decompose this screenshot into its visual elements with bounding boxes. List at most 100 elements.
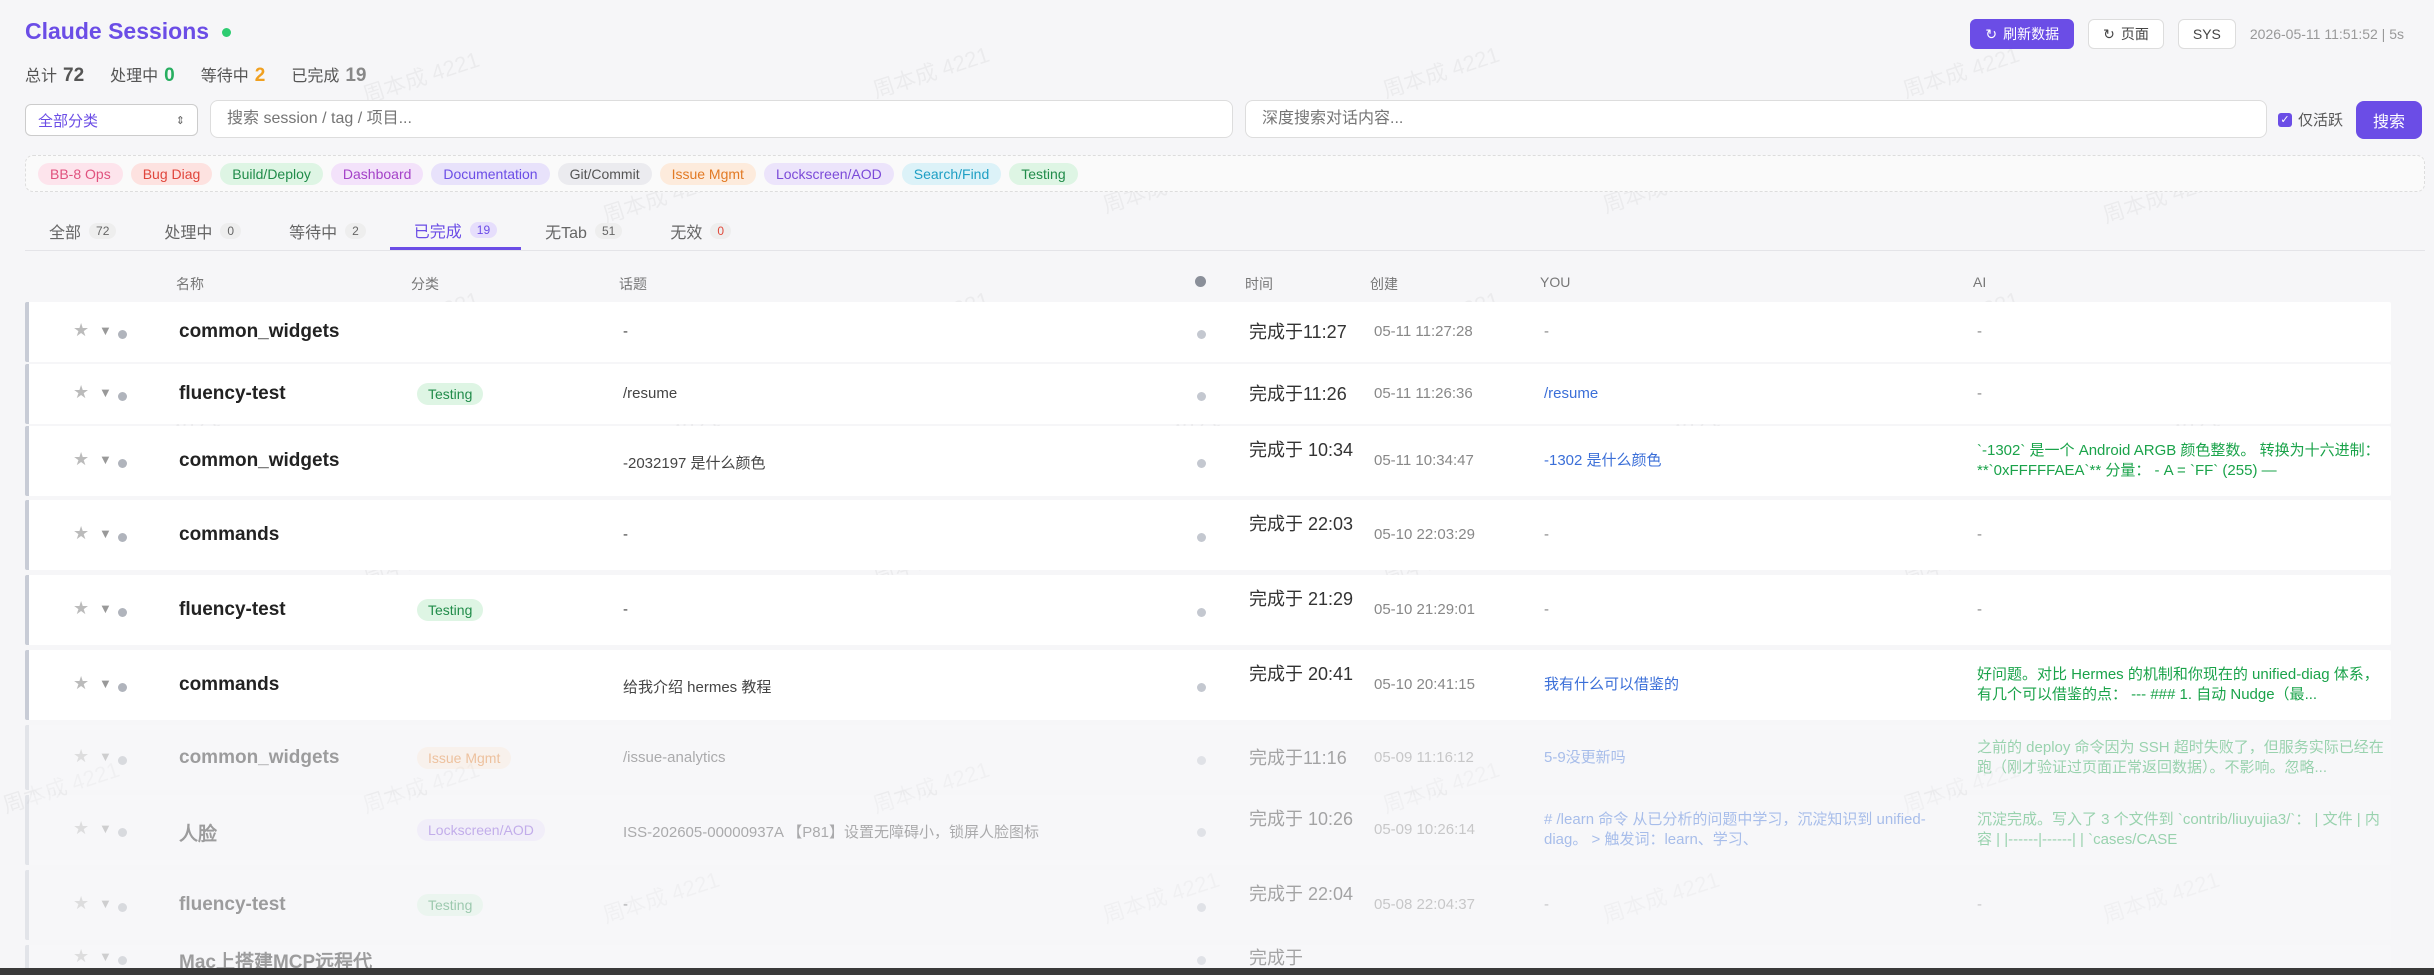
ai-message: - bbox=[1977, 896, 1982, 913]
stat-processing: 处理中 0 bbox=[110, 65, 175, 86]
collapse-arrow-icon[interactable]: ▼ bbox=[99, 323, 112, 338]
session-search-input[interactable] bbox=[210, 100, 1233, 138]
completion-time: 完成于 22:03 bbox=[1249, 514, 1354, 534]
ai-message: `-1302` 是一个 Android ARGB 颜色整数。 转换为十六进制：*… bbox=[1977, 442, 2380, 479]
tab-count-badge: 0 bbox=[710, 223, 732, 239]
page-button[interactable]: ↻ 页面 bbox=[2088, 19, 2164, 49]
session-name[interactable]: fluency-test bbox=[179, 894, 286, 916]
star-icon[interactable]: ★ bbox=[73, 598, 89, 619]
tabs-divider bbox=[25, 250, 2425, 251]
completion-time: 完成于 20:41 bbox=[1249, 664, 1354, 684]
star-icon[interactable]: ★ bbox=[73, 746, 89, 767]
table-row[interactable]: ★ ▼ fluency-test Testing - 完成于 21:29 05-10 21:… bbox=[25, 575, 2391, 645]
table-row[interactable]: ★ ▼ Mac上搭建MCP远程代 完成于 bbox=[25, 945, 2391, 973]
collapse-arrow-icon[interactable]: ▼ bbox=[99, 526, 112, 541]
tag-chip[interactable]: Documentation bbox=[431, 162, 550, 185]
tab-2[interactable]: 等待中 2 bbox=[265, 212, 390, 250]
tag-chip[interactable]: BB-8 Ops bbox=[38, 162, 123, 185]
star-icon[interactable]: ★ bbox=[73, 946, 89, 967]
created-time: 05-11 11:27:28 bbox=[1374, 323, 1473, 340]
sys-button[interactable]: SYS bbox=[2177, 19, 2236, 49]
topic-text: /issue-analytics bbox=[623, 748, 726, 766]
tag-chip[interactable]: Bug Diag bbox=[130, 162, 213, 185]
category-select[interactable]: 全部分类 ⇕ bbox=[25, 104, 198, 136]
category-badge: Testing bbox=[417, 383, 484, 405]
collapse-arrow-icon[interactable]: ▼ bbox=[99, 821, 112, 836]
tab-4[interactable]: 无Tab 51 bbox=[521, 212, 646, 250]
session-name[interactable]: fluency-test bbox=[179, 383, 286, 405]
col-header-created[interactable]: 创建 bbox=[1370, 274, 1398, 294]
session-name[interactable]: common_widgets bbox=[179, 747, 339, 769]
clock-readout: 2026-05-11 11:51:52 | 5s bbox=[2249, 26, 2404, 42]
session-name[interactable]: commands bbox=[179, 674, 279, 696]
star-icon[interactable]: ★ bbox=[73, 382, 89, 403]
search-button[interactable]: 搜索 bbox=[2356, 101, 2422, 139]
you-message: # /learn 命令 从已分析的问题中学习，沉淀知识到 unified-dia… bbox=[1544, 811, 1926, 848]
created-time: 05-09 10:26:14 bbox=[1374, 821, 1475, 838]
session-name[interactable]: commands bbox=[179, 524, 279, 546]
session-name[interactable]: 人脸 bbox=[179, 819, 217, 846]
table-row[interactable]: ★ ▼ commands - 完成于 22:03 05-10 22:03:29 - - bbox=[25, 500, 2391, 570]
tab-1[interactable]: 处理中 0 bbox=[140, 212, 265, 250]
ai-message: 之前的 deploy 命令因为 SSH 超时失败了，但服务实际已经在跑（刚才验证… bbox=[1977, 738, 2384, 776]
session-status-dot bbox=[118, 459, 127, 468]
table-row[interactable]: ★ ▼ fluency-test Testing - 完成于 22:04 05-08 22:… bbox=[25, 870, 2391, 940]
active-only-checkbox[interactable]: ✓ 仅活跃 bbox=[2278, 109, 2343, 130]
collapse-arrow-icon[interactable]: ▼ bbox=[99, 601, 112, 616]
message-status-dot bbox=[1197, 392, 1206, 401]
tag-chip[interactable]: Search/Find bbox=[901, 162, 1002, 185]
tag-chip[interactable]: Testing bbox=[1009, 162, 1078, 185]
star-icon[interactable]: ★ bbox=[73, 818, 89, 839]
tag-chip[interactable]: Git/Commit bbox=[557, 162, 652, 185]
session-name[interactable]: common_widgets bbox=[179, 450, 339, 472]
table-row[interactable]: ★ ▼ commands 给我介绍 hermes 教程 完成于 20:41 05-10 2… bbox=[25, 650, 2391, 720]
session-name[interactable]: fluency-test bbox=[179, 599, 286, 621]
tab-5[interactable]: 无效 0 bbox=[646, 212, 755, 250]
collapse-arrow-icon[interactable]: ▼ bbox=[99, 385, 112, 400]
topic-text: -2032197 是什么颜色 bbox=[623, 455, 766, 472]
message-status-dot bbox=[1197, 903, 1206, 912]
table-row[interactable]: ★ ▼ common_widgets - 完成于11:27 05-11 11:27:28 -… bbox=[25, 302, 2391, 362]
watermark-text: 周本成 4221 bbox=[868, 37, 993, 105]
tab-0[interactable]: 全部 72 bbox=[25, 212, 140, 250]
col-header-you[interactable]: YOU bbox=[1540, 274, 1570, 290]
message-status-dot bbox=[1197, 683, 1206, 692]
tag-chip[interactable]: Build/Deploy bbox=[220, 162, 323, 185]
col-header-ai[interactable]: AI bbox=[1973, 274, 1986, 290]
completion-time: 完成于11:26 bbox=[1249, 384, 1347, 404]
session-status-dot bbox=[118, 955, 127, 965]
tab-3[interactable]: 已完成 19 bbox=[389, 212, 522, 250]
collapse-arrow-icon[interactable]: ▼ bbox=[99, 676, 112, 691]
col-header-time[interactable]: 时间 bbox=[1245, 274, 1273, 294]
tag-chip[interactable]: Dashboard bbox=[330, 162, 424, 185]
table-row[interactable]: ★ ▼ common_widgets -2032197 是什么颜色 完成于 10:34 0… bbox=[25, 426, 2391, 496]
col-header-topic[interactable]: 话题 bbox=[619, 274, 647, 294]
session-name[interactable]: common_widgets bbox=[179, 321, 339, 343]
created-time: 05-10 20:41:15 bbox=[1374, 676, 1475, 693]
topic-text: 给我介绍 hermes 教程 bbox=[623, 679, 772, 696]
table-row[interactable]: ★ ▼ fluency-test Testing/resume 完成于11:26 05-1… bbox=[25, 364, 2391, 424]
collapse-arrow-icon[interactable]: ▼ bbox=[99, 896, 112, 911]
table-row[interactable]: ★ ▼ common_widgets Issue Mgmt/issue-analyti… bbox=[25, 725, 2391, 790]
refresh-data-button[interactable]: ↻ 刷新数据 bbox=[1970, 19, 2075, 49]
collapse-arrow-icon[interactable]: ▼ bbox=[99, 749, 112, 764]
star-icon[interactable]: ★ bbox=[73, 320, 89, 341]
stat-total: 总计 72 bbox=[25, 65, 85, 86]
col-header-category[interactable]: 分类 bbox=[411, 274, 439, 294]
star-icon[interactable]: ★ bbox=[73, 893, 89, 914]
tag-chip[interactable]: Lockscreen/AOD bbox=[763, 162, 894, 185]
table-row[interactable]: ★ ▼ 人脸 Lockscreen/AOD ISS-202605-00000937A 【… bbox=[25, 795, 2391, 865]
app-title: Claude Sessions bbox=[25, 18, 210, 44]
created-time: 05-11 10:34:47 bbox=[1374, 452, 1474, 469]
star-icon[interactable]: ★ bbox=[73, 449, 89, 470]
col-header-status-dot bbox=[1195, 276, 1206, 287]
tag-chip[interactable]: Issue Mgmt bbox=[659, 162, 756, 185]
star-icon[interactable]: ★ bbox=[73, 523, 89, 544]
deep-search-input[interactable] bbox=[1245, 100, 2267, 138]
col-header-name[interactable]: 名称 bbox=[176, 274, 204, 294]
topic-text: - bbox=[623, 896, 628, 913]
star-icon[interactable]: ★ bbox=[73, 673, 89, 694]
collapse-arrow-icon[interactable]: ▼ bbox=[99, 949, 112, 964]
session-status-dot bbox=[118, 903, 127, 912]
collapse-arrow-icon[interactable]: ▼ bbox=[99, 452, 112, 467]
